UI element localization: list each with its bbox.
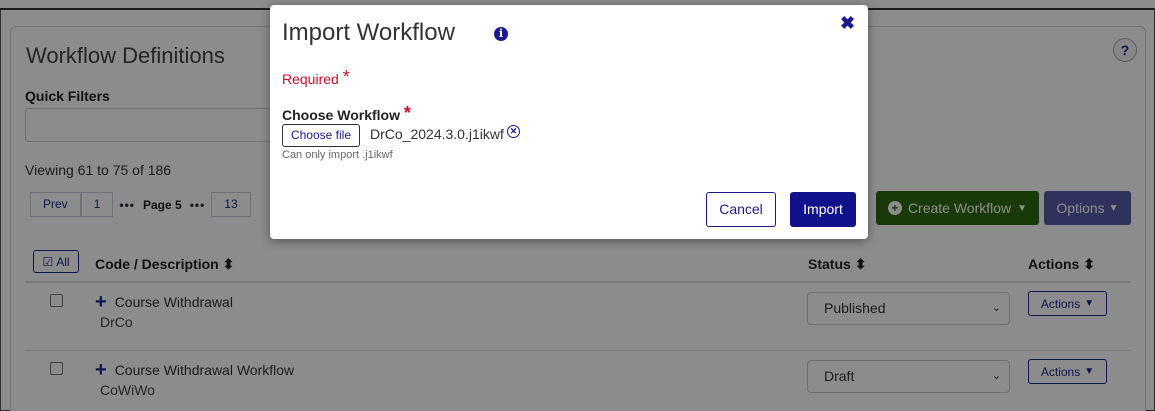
selected-file-name: DrCo_2024.3.0.j1ikwf: [370, 126, 504, 142]
info-icon[interactable]: i: [494, 27, 508, 41]
file-type-hint: Can only import .j1ikwf: [282, 149, 393, 161]
cancel-button[interactable]: Cancel: [706, 192, 776, 227]
import-button[interactable]: Import: [790, 192, 856, 227]
import-workflow-modal: Import Workflow i ✖ Required * Choose Wo…: [270, 5, 868, 239]
required-label: Required: [282, 71, 339, 87]
choose-workflow-text: Choose Workflow: [282, 107, 400, 123]
modal-title: Import Workflow: [282, 19, 455, 46]
choose-file-button[interactable]: Choose file: [282, 124, 360, 147]
required-star: *: [342, 67, 350, 87]
required-legend: Required *: [282, 67, 350, 88]
close-icon[interactable]: ✖: [840, 13, 855, 34]
required-star: *: [403, 103, 411, 123]
choose-workflow-label: Choose Workflow *: [282, 103, 411, 124]
remove-file-icon[interactable]: ✕: [507, 125, 520, 138]
